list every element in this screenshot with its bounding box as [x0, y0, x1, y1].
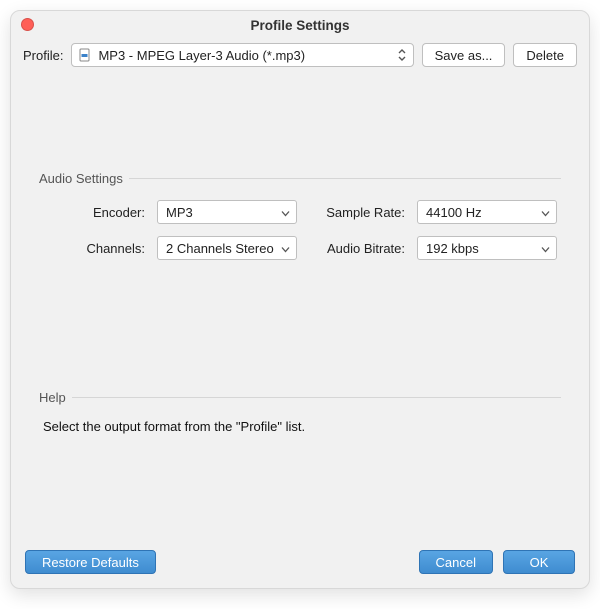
bitrate-label: Audio Bitrate: [307, 241, 407, 256]
profile-row: Profile: MP3 - MPEG Layer-3 Audio (*.mp3… [11, 39, 589, 77]
audio-settings-group: Audio Settings Encoder: MP3 Sample Rate:… [39, 171, 561, 260]
profile-label: Profile: [23, 48, 63, 63]
bitrate-select[interactable]: 192 kbps [417, 236, 557, 260]
encoder-label: Encoder: [47, 205, 147, 220]
divider [129, 178, 561, 179]
profile-select-value: MP3 - MPEG Layer-3 Audio (*.mp3) [98, 48, 305, 63]
chevron-down-icon [541, 205, 550, 220]
audio-settings-title: Audio Settings [39, 171, 123, 186]
cancel-button[interactable]: Cancel [419, 550, 493, 574]
window-title: Profile Settings [250, 18, 349, 33]
help-text: Select the output format from the "Profi… [39, 419, 561, 434]
sample-rate-label: Sample Rate: [307, 205, 407, 220]
ok-button[interactable]: OK [503, 550, 575, 574]
channels-select[interactable]: 2 Channels Stereo [157, 236, 297, 260]
profile-settings-window: Profile Settings Profile: MP3 - MPEG Lay… [10, 10, 590, 589]
close-icon[interactable] [21, 18, 34, 31]
chevron-down-icon [281, 241, 290, 256]
chevron-down-icon [541, 241, 550, 256]
footer: Restore Defaults Cancel OK [11, 540, 589, 588]
chevron-down-icon [281, 205, 290, 220]
divider [72, 397, 561, 398]
mp3-file-icon [78, 48, 92, 62]
chevrons-icon [397, 48, 407, 62]
sample-rate-select[interactable]: 44100 Hz [417, 200, 557, 224]
content-area: Audio Settings Encoder: MP3 Sample Rate:… [11, 77, 589, 540]
encoder-select[interactable]: MP3 [157, 200, 297, 224]
delete-button[interactable]: Delete [513, 43, 577, 67]
restore-defaults-button[interactable]: Restore Defaults [25, 550, 156, 574]
titlebar: Profile Settings [11, 11, 589, 39]
help-group: Help Select the output format from the "… [39, 390, 561, 434]
channels-label: Channels: [47, 241, 147, 256]
help-title: Help [39, 390, 66, 405]
save-as-button[interactable]: Save as... [422, 43, 506, 67]
profile-select[interactable]: MP3 - MPEG Layer-3 Audio (*.mp3) [71, 43, 413, 67]
